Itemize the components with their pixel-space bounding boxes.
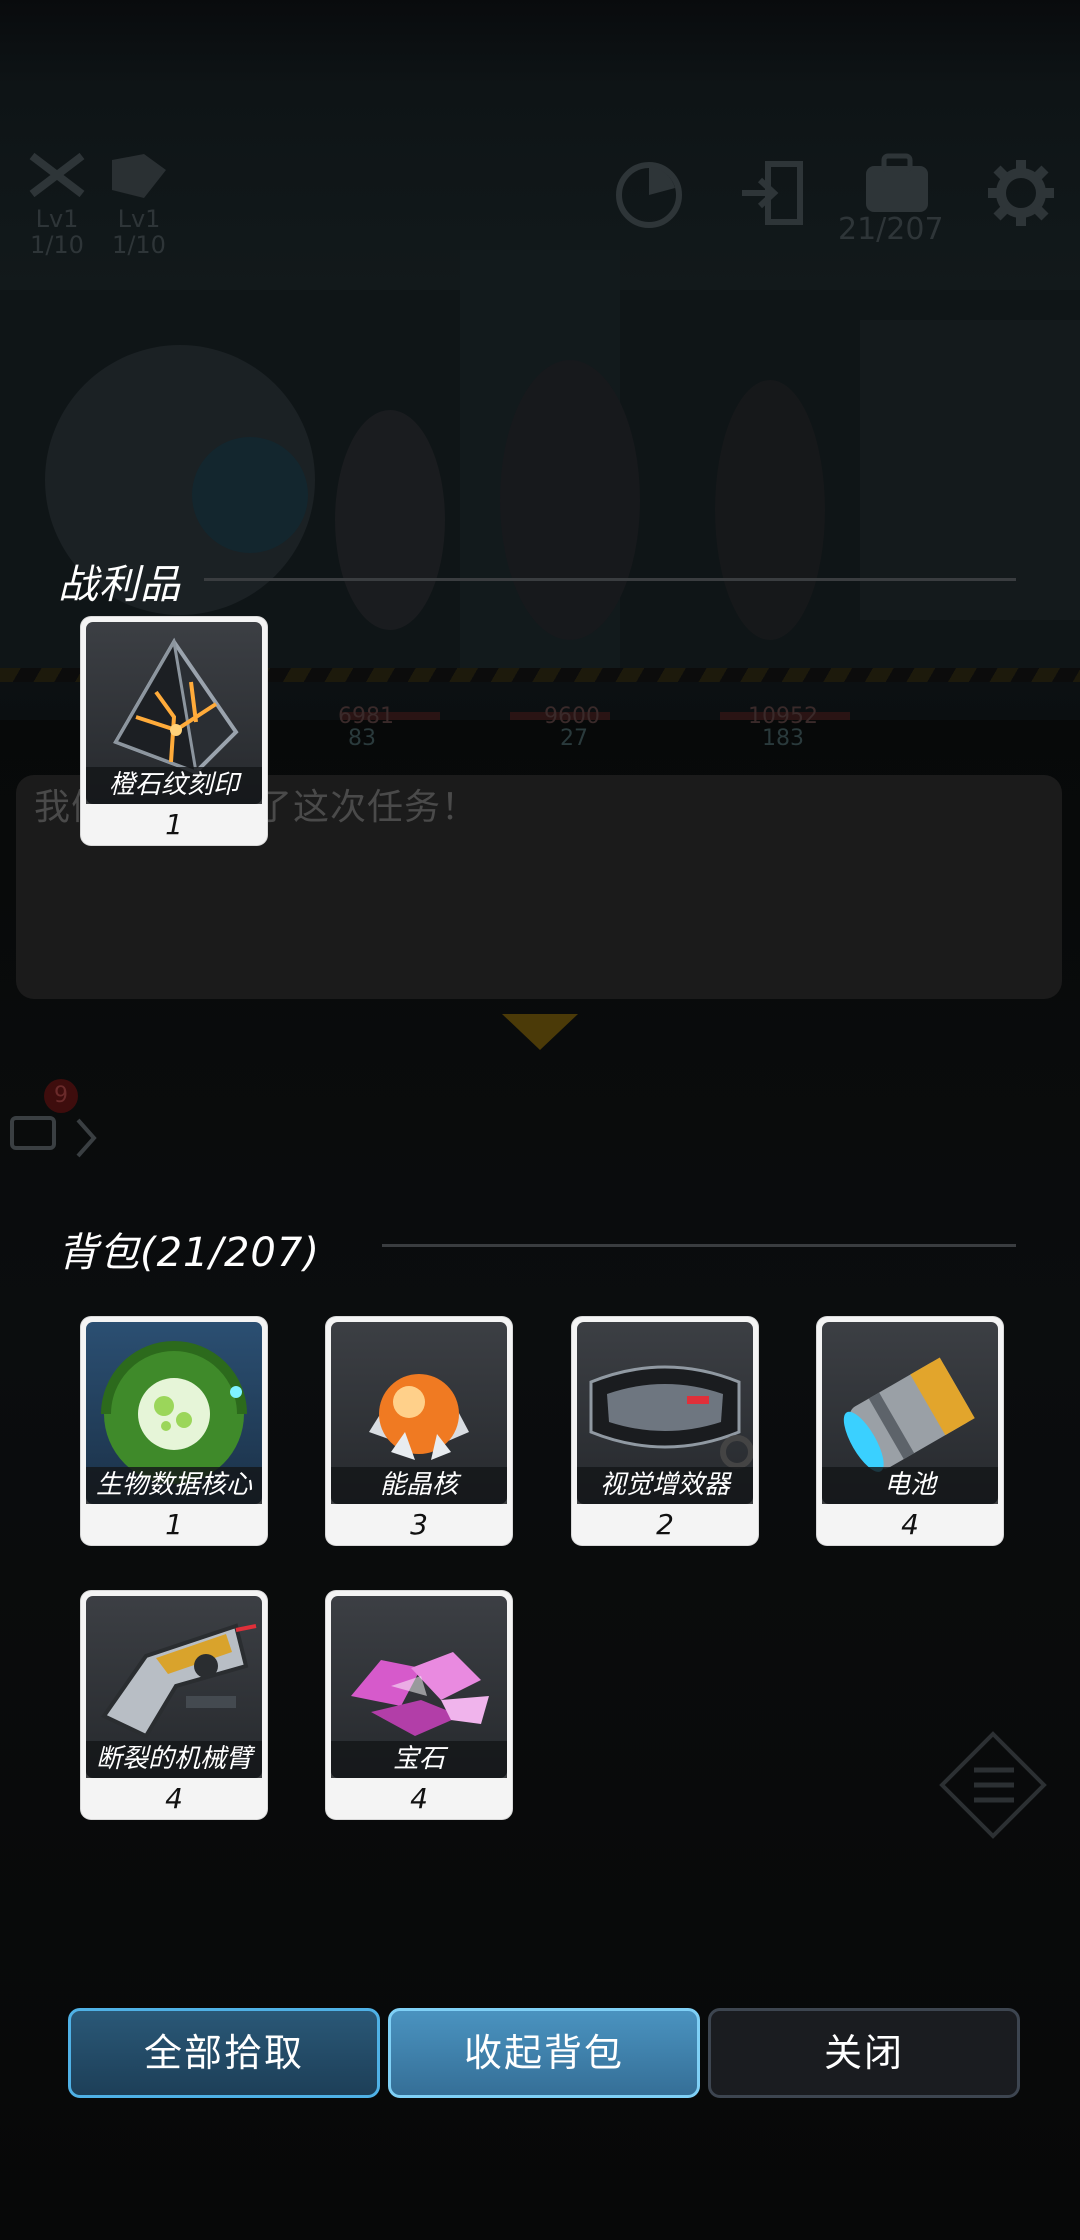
chat-badge: 9 (44, 1079, 78, 1113)
close-button[interactable]: 关闭 (708, 2008, 1020, 2098)
pick-all-button[interactable]: 全部拾取 (68, 2008, 380, 2098)
loot-title: 战利品 (58, 562, 181, 608)
skill-slot-2[interactable]: Lv1 1/10 (104, 150, 174, 258)
energy-value-3: 183 (762, 726, 804, 751)
backpack-item-name: 断裂的机械臂 (86, 1741, 262, 1778)
energy-value-1: 83 (348, 726, 376, 751)
skill-1-icon (29, 152, 85, 198)
background-scene: Lv1 1/10 Lv1 1/10 21/207 6981 9600 10952… (0, 0, 1080, 2240)
backpack-item-count: 4 (165, 1782, 183, 1815)
backpack-item-count: 3 (410, 1508, 428, 1541)
collapse-backpack-button[interactable]: 收起背包 (388, 2008, 700, 2098)
backpack-item-card[interactable]: 视觉增效器 2 (572, 1317, 758, 1545)
backpack-item-count: 4 (410, 1782, 428, 1815)
backpack-item-name: 生物数据核心 (86, 1467, 262, 1504)
dialog-arrow-icon (502, 1014, 578, 1050)
backpack-item-count: 4 (901, 1508, 919, 1541)
backpack-title: 背包(21/207) (58, 1230, 320, 1276)
backpack-item-name: 能晶核 (331, 1467, 507, 1504)
backpack-item-card[interactable]: 断裂的机械臂 4 (81, 1591, 267, 1819)
skill-2-level: Lv1 (117, 205, 161, 233)
skill-1-count: 1/10 (30, 231, 84, 259)
loot-item-count: 1 (165, 808, 183, 841)
characters-silhouette (0, 250, 1080, 720)
backpack-item-card[interactable]: 宝石 4 (326, 1591, 512, 1819)
backpack-item-card[interactable]: 生物数据核心 1 (81, 1317, 267, 1545)
exit-icon[interactable] (738, 158, 808, 228)
backpack-item-count: 1 (165, 1508, 183, 1541)
backpack-item-card[interactable]: 电池 4 (817, 1317, 1003, 1545)
backpack-icon[interactable] (860, 152, 934, 216)
quest-list-icon[interactable] (938, 1730, 1048, 1840)
radar-icon[interactable] (612, 158, 686, 232)
chat-icon[interactable] (8, 1112, 98, 1162)
backpack-item-name: 视觉增效器 (577, 1467, 753, 1504)
skill-slot-1[interactable]: Lv1 1/10 (22, 150, 92, 258)
skill-1-level: Lv1 (35, 205, 79, 233)
backpack-item-count: 2 (656, 1508, 674, 1541)
loot-item-name: 橙石纹刻印 (86, 767, 262, 804)
skill-2-count: 1/10 (112, 231, 166, 259)
loot-item-card[interactable]: 橙石纹刻印 1 (81, 617, 267, 845)
gear-icon[interactable] (986, 158, 1056, 228)
energy-value-2: 27 (560, 726, 588, 751)
loot-divider (204, 578, 1016, 581)
backpack-item-card[interactable]: 能晶核 3 (326, 1317, 512, 1545)
skill-2-icon (112, 154, 166, 198)
backpack-item-name: 宝石 (331, 1741, 507, 1778)
backpack-divider (382, 1244, 1016, 1247)
backpack-item-name: 电池 (822, 1467, 998, 1504)
hud-bag-count: 21/207 (838, 212, 944, 247)
